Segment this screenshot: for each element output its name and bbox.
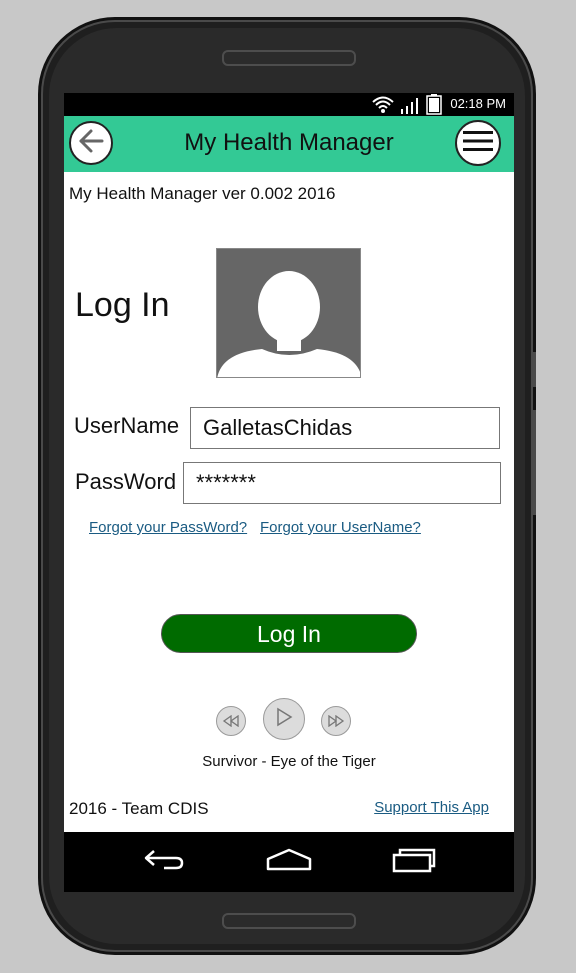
- power-button: [532, 352, 536, 387]
- track-title: Survivor - Eye of the Tiger: [202, 753, 376, 770]
- nav-recents-button[interactable]: [384, 844, 444, 880]
- status-time: 02:18 PM: [450, 96, 506, 111]
- username-label: UserName: [74, 413, 180, 438]
- play-button[interactable]: [263, 698, 305, 740]
- top-speaker: [222, 50, 356, 66]
- wifi-icon: [372, 95, 394, 118]
- hamburger-menu-icon: [463, 129, 493, 157]
- fast-forward-icon: [327, 712, 345, 731]
- rewind-icon: [222, 712, 240, 731]
- password-field[interactable]: *******: [183, 462, 501, 504]
- avatar: [216, 248, 361, 378]
- login-button[interactable]: Log In: [161, 614, 417, 653]
- username-field[interactable]: GalletasChidas: [190, 407, 500, 449]
- nav-home-icon: [265, 847, 313, 877]
- volume-button: [532, 410, 536, 515]
- footer-credit: 2016 - Team CDIS: [69, 799, 209, 818]
- app-title: My Health Manager: [184, 129, 394, 156]
- nav-back-button[interactable]: [134, 844, 194, 880]
- nav-recents-icon: [391, 846, 437, 878]
- play-icon: [275, 707, 293, 731]
- forgot-password-link[interactable]: Forgot your PassWord?: [89, 519, 247, 536]
- login-heading: Log In: [75, 286, 170, 324]
- status-bar: 02:18 PM: [64, 93, 514, 116]
- forgot-username-link[interactable]: Forgot your UserName?: [260, 519, 421, 536]
- screen: 02:18 PM My Health Manager My Health Man…: [64, 93, 514, 892]
- bottom-speaker: [222, 913, 356, 929]
- avatar-icon: [217, 271, 360, 377]
- fast-forward-button[interactable]: [321, 706, 351, 736]
- rewind-button[interactable]: [216, 706, 246, 736]
- back-arrow-icon: [76, 126, 106, 160]
- back-button[interactable]: [69, 121, 113, 165]
- password-label: PassWord: [75, 469, 177, 494]
- nav-home-button[interactable]: [259, 844, 319, 880]
- version-text: My Health Manager ver 0.002 2016: [69, 184, 336, 203]
- nav-back-icon: [142, 847, 186, 877]
- support-app-link[interactable]: Support This App: [374, 799, 489, 816]
- menu-button[interactable]: [455, 120, 501, 166]
- app-bar: My Health Manager: [64, 116, 514, 172]
- signal-icon: [400, 96, 420, 118]
- system-nav-bar: [64, 832, 514, 892]
